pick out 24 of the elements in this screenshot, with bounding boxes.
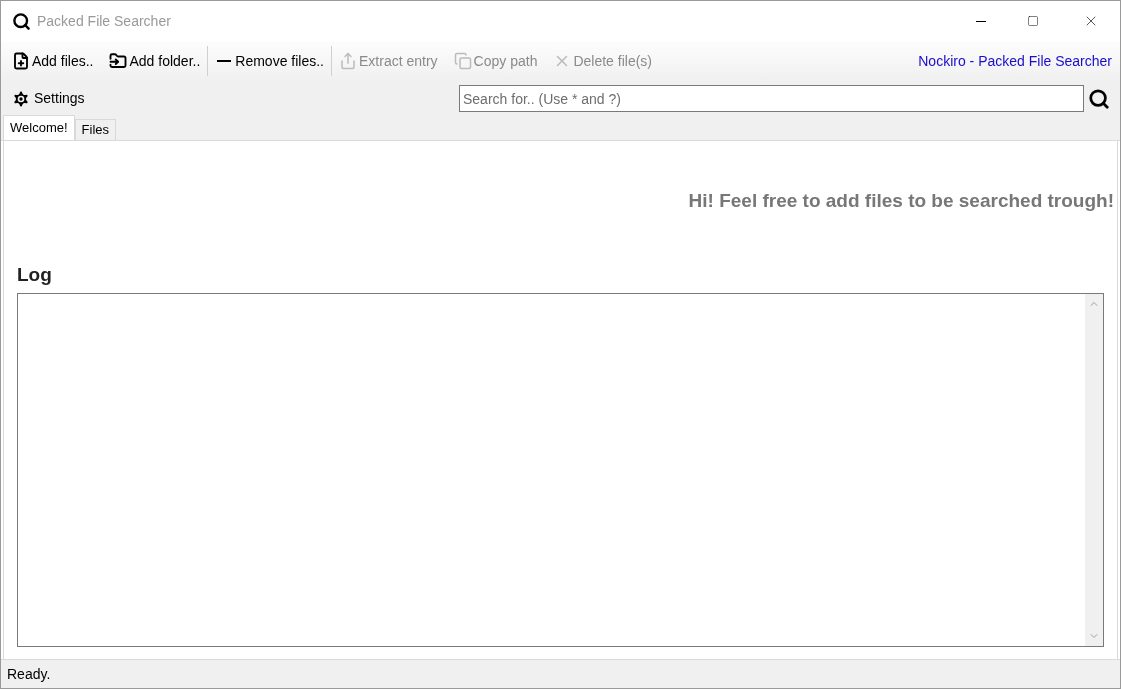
tab[interactable]: Welcome! <box>3 115 75 140</box>
settings-button[interactable]: Settings <box>11 88 85 109</box>
status-text: Ready. <box>7 664 51 684</box>
maximize-icon <box>1027 15 1039 27</box>
search-field[interactable]: Search for.. (Use * and ?) <box>459 85 1084 112</box>
file-plus-icon <box>12 52 30 70</box>
nockiro-link[interactable]: Nockiro - Packed File Searcher <box>918 50 1112 72</box>
minimize-icon <box>976 20 986 22</box>
search-icon[interactable] <box>1088 87 1110 110</box>
tab[interactable]: Files <box>74 119 116 140</box>
toolbar-button[interactable]: Remove files.. <box>212 47 327 75</box>
settings-icon <box>11 88 31 109</box>
window-title: Packed File Searcher <box>37 11 171 31</box>
scrollbar[interactable] <box>1085 293 1103 646</box>
app-search-icon <box>12 11 31 31</box>
toolbar-button[interactable]: Add files.. <box>9 47 97 75</box>
share-icon <box>339 52 357 70</box>
folder-icon <box>109 52 128 70</box>
log-title: Log <box>17 263 53 287</box>
toolbar-button[interactable]: Add folder.. <box>106 47 204 75</box>
log-textarea[interactable] <box>17 292 1104 647</box>
minus-icon <box>217 60 232 62</box>
copy-icon <box>453 52 472 70</box>
welcome-message: Hi! Feel free to add files to be searched trough! <box>688 188 1114 213</box>
